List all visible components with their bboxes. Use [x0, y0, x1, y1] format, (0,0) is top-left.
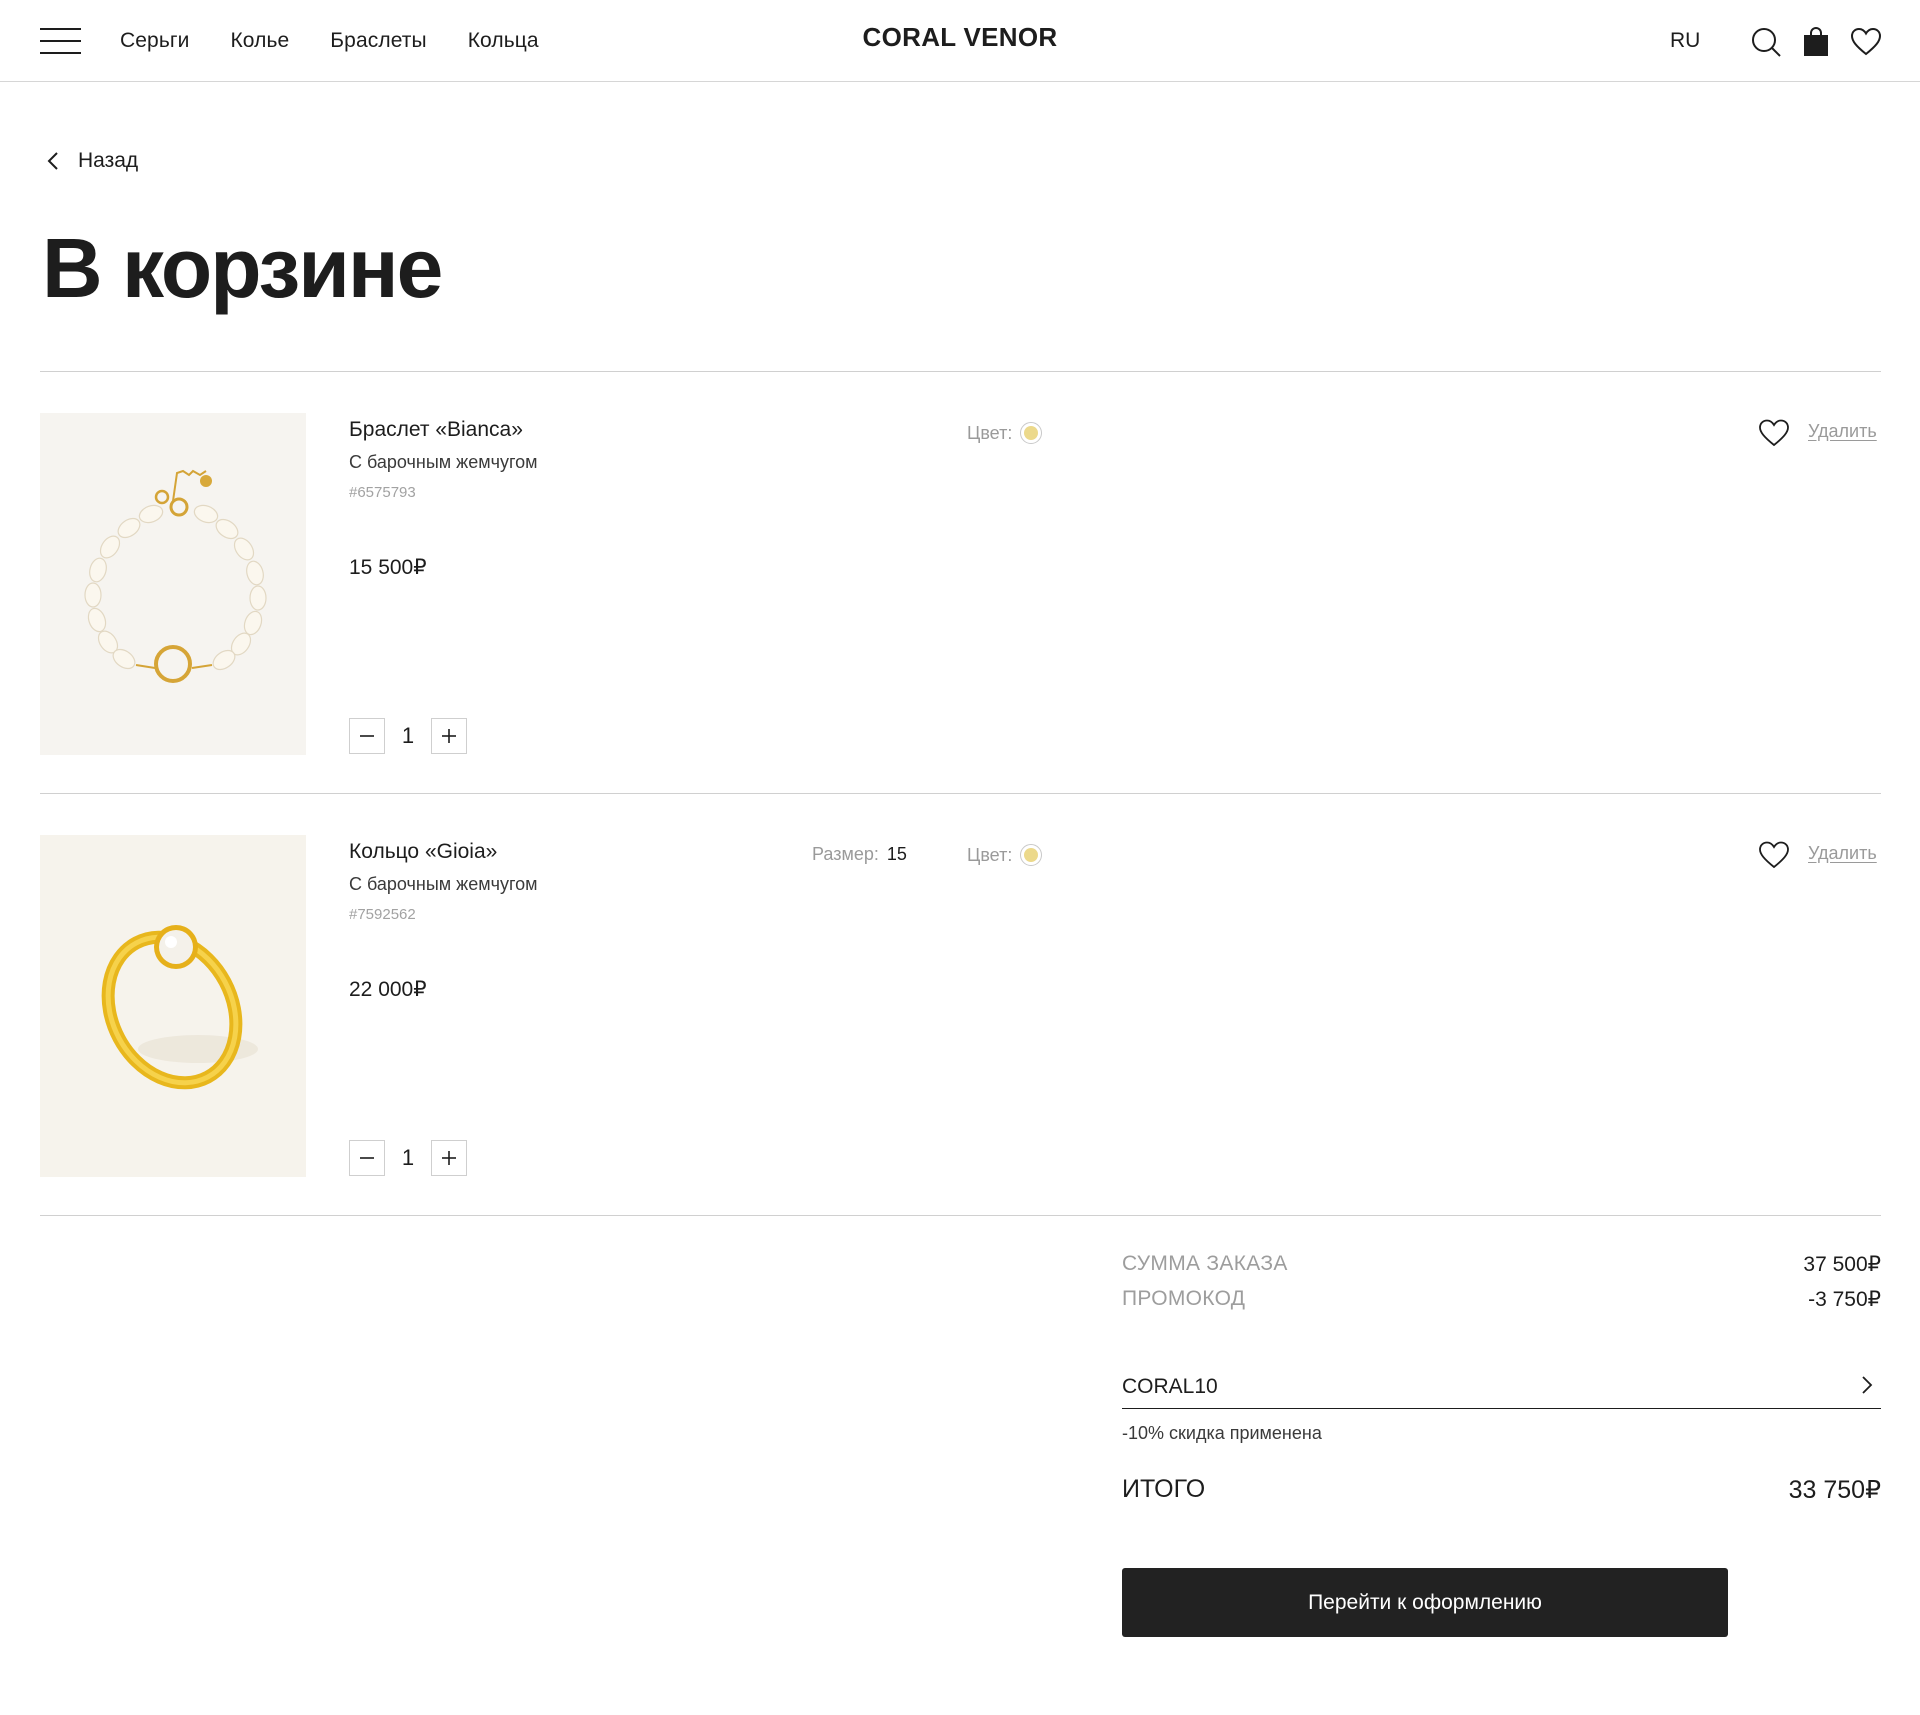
order-sum-label: СУММА ЗАКАЗА [1122, 1252, 1288, 1275]
promo-applied-note: -10% скидка применена [1122, 1423, 1322, 1443]
plus-icon [442, 1151, 456, 1165]
back-link[interactable]: Назад [46, 149, 138, 173]
heart-icon[interactable] [1758, 840, 1790, 870]
divider [40, 371, 1881, 372]
promo-row: ПРОМОКОД -3 750₽ [1122, 1287, 1881, 1312]
product-name[interactable]: Браслет «Bianca» [349, 418, 523, 442]
product-image-bracelet[interactable] [40, 413, 306, 755]
heart-icon[interactable] [1758, 418, 1790, 448]
total-row: ИТОГО 33 750₽ [1122, 1475, 1881, 1505]
chevron-left-icon [47, 152, 58, 170]
product-image-ring[interactable] [40, 835, 306, 1177]
product-subtitle: С барочным жемчугом [349, 452, 538, 472]
back-label: Назад [78, 149, 139, 172]
language-switch[interactable]: RU [1670, 29, 1700, 53]
chevron-right-icon[interactable] [1855, 1373, 1879, 1397]
increase-button[interactable] [431, 1140, 467, 1176]
search-icon[interactable] [1750, 26, 1782, 58]
remove-button[interactable]: Удалить [1808, 421, 1877, 442]
color-label: Цвет: [967, 422, 1013, 443]
plus-icon [442, 729, 456, 743]
color-swatch [1020, 422, 1043, 444]
product-price: 22 000₽ [349, 978, 427, 1001]
main-nav: Серьги Колье Браслеты Кольца [120, 0, 539, 82]
brand-logo[interactable]: CORAL VENOR [863, 22, 1058, 52]
quantity-value: 1 [401, 723, 415, 748]
divider [40, 1215, 1881, 1216]
color-swatch [1020, 844, 1043, 866]
minus-icon [360, 1157, 374, 1159]
bag-icon[interactable] [1800, 26, 1832, 58]
product-color: Цвет: [967, 422, 1043, 444]
divider [40, 793, 1881, 794]
remove-button[interactable]: Удалить [1808, 843, 1877, 864]
order-sum-row: СУММА ЗАКАЗА 37 500₽ [1122, 1252, 1881, 1277]
product-name[interactable]: Кольцо «Gioia» [349, 840, 497, 864]
minus-icon [360, 735, 374, 737]
order-sum-value: 37 500₽ [1803, 1253, 1881, 1276]
increase-button[interactable] [431, 718, 467, 754]
nav-item-earrings[interactable]: Серьги [120, 29, 189, 53]
checkout-button[interactable]: Перейти к оформлению [1122, 1568, 1728, 1637]
total-label: ИТОГО [1122, 1475, 1206, 1503]
quantity-value: 1 [401, 1145, 415, 1170]
color-label: Цвет: [967, 844, 1013, 865]
nav-item-necklaces[interactable]: Колье [230, 29, 289, 53]
heart-icon[interactable] [1850, 26, 1882, 58]
product-subtitle: С барочным жемчугом [349, 874, 538, 894]
total-value: 33 750₽ [1788, 1476, 1881, 1504]
cart-item: Браслет «Bianca» С барочным жемчугом #65… [40, 413, 1881, 755]
page-title: В корзине [42, 221, 443, 315]
menu-icon[interactable] [40, 28, 81, 54]
decrease-button[interactable] [349, 1140, 385, 1176]
quantity-stepper: 1 [349, 1140, 467, 1176]
promo-code-input[interactable] [1122, 1367, 1822, 1407]
product-sku: #6575793 [349, 484, 416, 501]
cart-item: Кольцо «Gioia» С барочным жемчугом #7592… [40, 835, 1881, 1177]
nav-item-rings[interactable]: Кольца [468, 29, 539, 53]
size-value: 15 [886, 844, 907, 864]
promo-label: ПРОМОКОД [1122, 1287, 1246, 1310]
nav-item-bracelets[interactable]: Браслеты [330, 29, 426, 53]
product-color: Цвет: [967, 844, 1043, 866]
product-size: Размер: 15 [812, 844, 907, 865]
promo-discount-value: -3 750₽ [1808, 1288, 1881, 1311]
promo-field [1122, 1367, 1881, 1409]
product-sku: #7592562 [349, 906, 416, 923]
size-label: Размер: [812, 844, 879, 864]
decrease-button[interactable] [349, 718, 385, 754]
site-header: Серьги Колье Браслеты Кольца CORAL VENOR… [0, 0, 1920, 82]
product-price: 15 500₽ [349, 556, 427, 579]
quantity-stepper: 1 [349, 718, 467, 754]
